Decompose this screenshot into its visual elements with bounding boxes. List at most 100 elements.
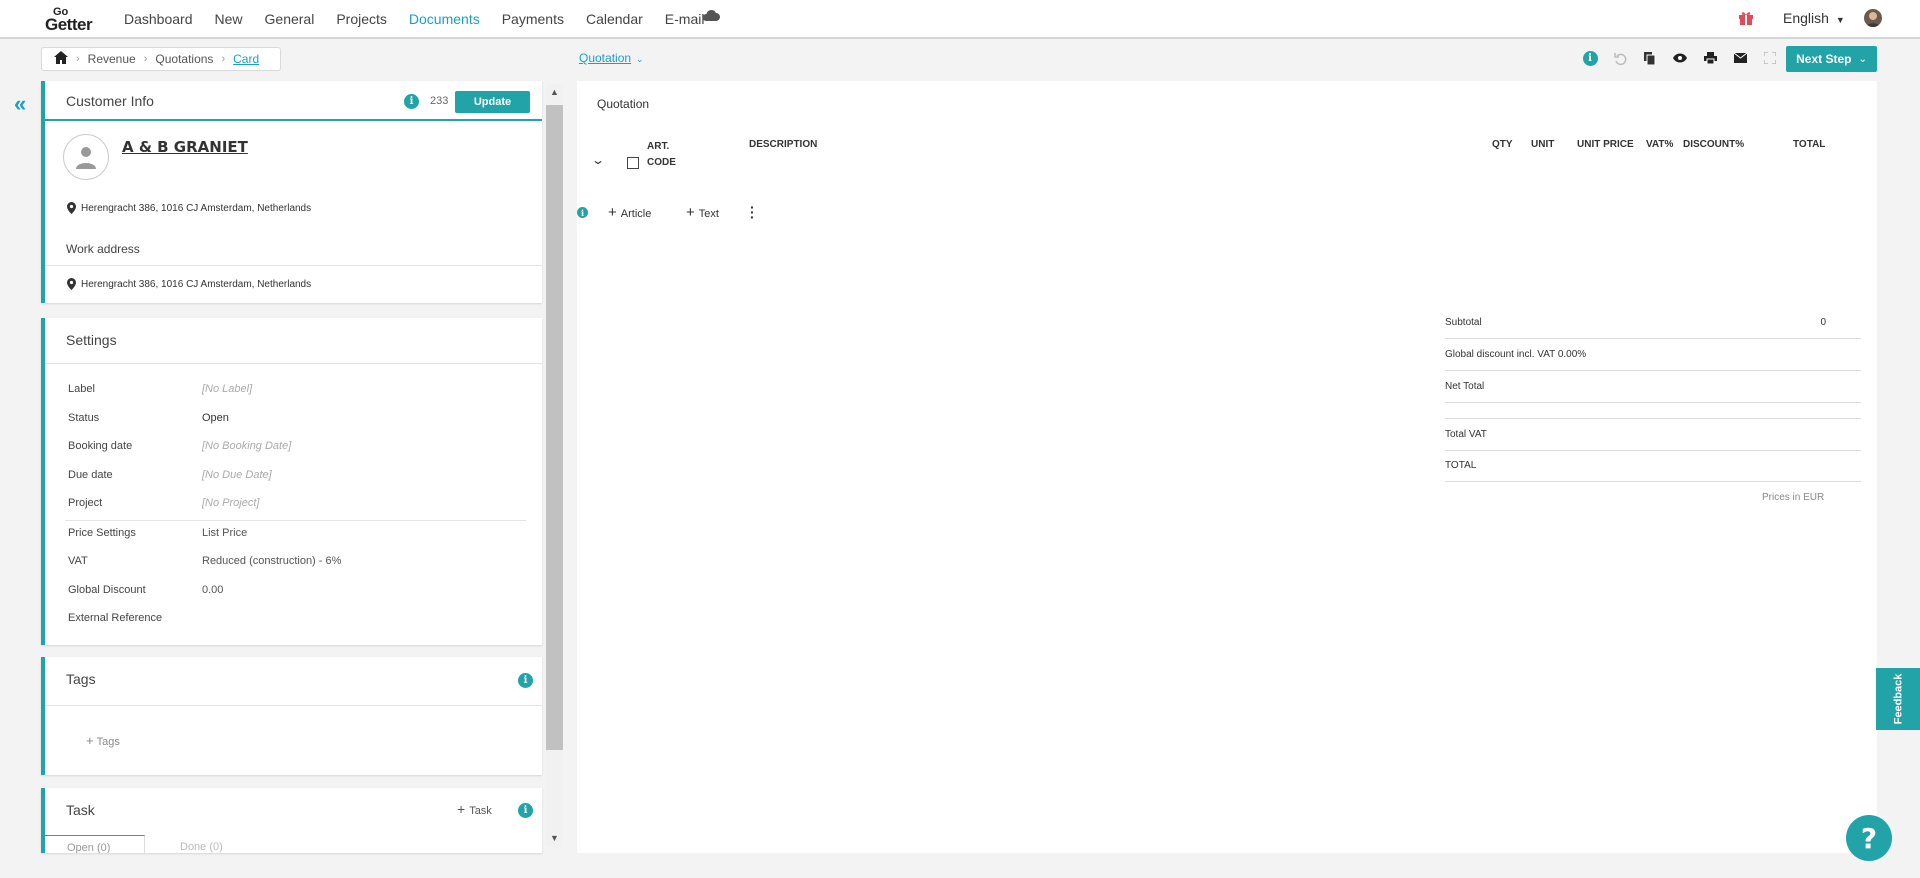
nav-email[interactable]: E-mail (665, 11, 705, 27)
plus-icon: + (608, 204, 617, 221)
nav-documents[interactable]: Documents (409, 11, 480, 27)
feedback-label: Feedback (1892, 673, 1904, 725)
collapse-sidebar-icon[interactable]: « (14, 91, 26, 117)
settings-project-value[interactable]: [No Project] (202, 497, 259, 509)
expand-icon[interactable] (1762, 50, 1778, 66)
add-task-label: Task (469, 805, 492, 817)
caret-down-icon: ▼ (1835, 15, 1845, 25)
settings-price-settings-label: Price Settings (68, 527, 136, 539)
divider (65, 520, 526, 521)
customer-count: 233 (430, 95, 449, 107)
divider (45, 705, 542, 706)
gift-icon[interactable] (1738, 10, 1754, 29)
col-art-code-line1: ART. (647, 141, 670, 152)
tab-open[interactable]: Open (0) (45, 835, 145, 853)
settings-global-discount-value[interactable]: 0.00 (202, 584, 223, 596)
help-button[interactable]: ? (1846, 815, 1892, 861)
customer-info-card: Customer Info i 233 Update A & B GRANIET… (41, 81, 542, 303)
nav-calendar[interactable]: Calendar (586, 11, 643, 27)
total-label: TOTAL (1445, 460, 1477, 471)
settings-project-label: Project (68, 497, 103, 509)
col-discount: DISCOUNT% (1683, 139, 1745, 150)
settings-title: Settings (66, 332, 117, 348)
plus-icon: + (86, 733, 94, 748)
document-type-dropdown[interactable]: Quotation ⌄ (579, 51, 644, 65)
add-article-button[interactable]: + Article (608, 204, 651, 221)
work-address-label: Work address (66, 242, 140, 256)
divider (45, 265, 542, 266)
settings-status-label: Status (68, 412, 100, 424)
col-vat: VAT% (1646, 139, 1674, 150)
customer-address-text: Herengracht 386, 1016 CJ Amsterdam, Neth… (81, 202, 312, 214)
settings-booking-date-value[interactable]: [No Booking Date] (202, 440, 291, 452)
settings-due-date-value[interactable]: [No Due Date] (202, 469, 272, 481)
col-total: TOTAL (1793, 139, 1826, 150)
nav-general[interactable]: General (265, 11, 315, 27)
more-options-icon[interactable]: · · · (750, 200, 755, 224)
user-avatar[interactable] (1864, 9, 1882, 27)
work-address-text: Herengracht 386, 1016 CJ Amsterdam, Neth… (81, 278, 312, 290)
info-icon[interactable]: i (518, 673, 533, 688)
next-step-button[interactable]: Next Step ⌄ (1786, 46, 1877, 72)
settings-vat-value[interactable]: Reduced (construction) - 6% (202, 555, 341, 567)
total-vat-label: Total VAT (1445, 429, 1487, 440)
cloud-icon[interactable] (702, 9, 720, 25)
task-title: Task (66, 802, 95, 818)
chevron-down-icon: ⌄ (1858, 53, 1867, 65)
info-icon[interactable]: i (404, 94, 419, 109)
info-icon[interactable]: i (1582, 50, 1598, 66)
info-icon[interactable]: i (518, 803, 533, 818)
language-selector[interactable]: English ▼ (1783, 10, 1845, 26)
feedback-tab[interactable]: Feedback (1876, 668, 1920, 730)
scroll-up-icon[interactable]: ▲ (550, 87, 559, 97)
update-button[interactable]: Update (455, 91, 530, 113)
document-type-label: Quotation (579, 51, 632, 65)
scrollbar-thumb[interactable] (546, 105, 563, 750)
breadcrumb-quotations[interactable]: Quotations (155, 52, 213, 66)
breadcrumb: › Revenue › Quotations › Card (41, 47, 281, 71)
gogetter-logo[interactable]: Go Getter (43, 6, 101, 34)
undo-icon[interactable] (1612, 50, 1628, 66)
map-pin-icon (67, 202, 76, 214)
settings-status-value[interactable]: Open (202, 412, 229, 424)
settings-price-settings-value[interactable]: List Price (202, 527, 247, 539)
select-all-checkbox[interactable] (627, 157, 639, 169)
col-art-code-line2: CODE (647, 157, 676, 168)
home-icon[interactable] (54, 51, 68, 67)
net-total-row: Net Total (1445, 381, 1861, 403)
quotation-panel: Quotation ART. CODE DESCRIPTION QTY UNIT… (577, 81, 1877, 853)
toolbar: i (1582, 50, 1792, 66)
nav-payments[interactable]: Payments (502, 11, 564, 27)
subtotal-value: 0 (1820, 317, 1826, 328)
copy-icon[interactable] (1642, 50, 1658, 66)
breadcrumb-card[interactable]: Card (233, 52, 259, 66)
settings-vat-label: VAT (68, 555, 88, 567)
add-text-button[interactable]: + Text (686, 204, 719, 221)
task-card: Task + Task i Open (0) Done (0) (41, 788, 542, 853)
print-icon[interactable] (1702, 50, 1718, 66)
add-tags-button[interactable]: + Tags (86, 733, 120, 748)
customer-info-title: Customer Info (66, 93, 154, 109)
settings-label-value[interactable]: [No Label] (202, 383, 252, 395)
nav-dashboard[interactable]: Dashboard (124, 11, 193, 27)
global-discount-row: Global discount incl. VAT 0.00% (1445, 349, 1861, 371)
plus-icon: + (686, 204, 695, 221)
preview-eye-icon[interactable] (1672, 50, 1688, 66)
col-description: DESCRIPTION (749, 139, 818, 150)
breadcrumb-revenue[interactable]: Revenue (88, 52, 136, 66)
col-qty: QTY (1492, 139, 1513, 150)
nav-new[interactable]: New (215, 11, 243, 27)
email-icon[interactable] (1732, 50, 1748, 66)
info-icon[interactable]: i (577, 207, 588, 218)
col-art-code: ART. CODE (647, 139, 676, 171)
add-task-button[interactable]: + Task (457, 801, 492, 817)
scroll-down-icon[interactable]: ▼ (550, 833, 559, 843)
nav-projects[interactable]: Projects (336, 11, 387, 27)
expand-rows-chevron-icon[interactable]: ⌄ (591, 153, 605, 167)
work-address: Herengracht 386, 1016 CJ Amsterdam, Neth… (67, 278, 311, 290)
tab-done[interactable]: Done (0) (180, 841, 223, 853)
customer-name[interactable]: A & B GRANIET (122, 138, 248, 156)
currency-note: Prices in EUR (1762, 492, 1825, 503)
language-label: English (1783, 10, 1829, 26)
settings-label-label: Label (68, 383, 95, 395)
